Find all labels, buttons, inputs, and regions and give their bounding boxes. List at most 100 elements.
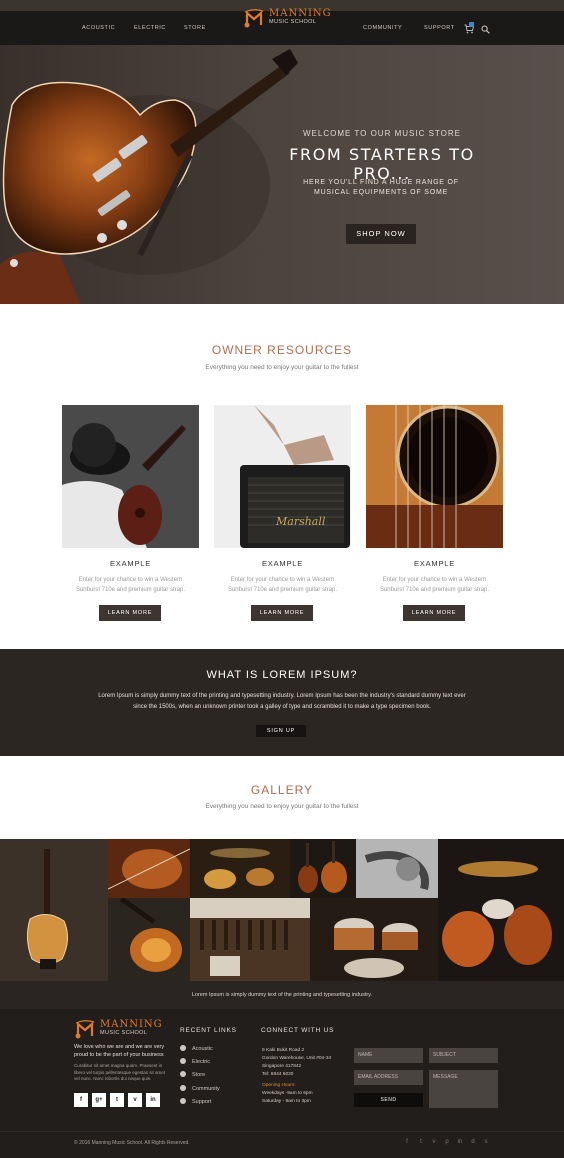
- footer-link-community[interactable]: Community: [180, 1085, 220, 1092]
- footer-small-text: Curabitur sit amet magna quam. Praesent …: [74, 1063, 166, 1081]
- lorem-text-line2: since the 1500s, when an unknown printer…: [133, 703, 431, 710]
- footer-link-store[interactable]: Store: [180, 1071, 206, 1078]
- pinterest-icon[interactable]: p: [444, 1139, 450, 1145]
- google-plus-icon[interactable]: g+: [92, 1093, 106, 1107]
- card-text-line2: Sunburst 710e and premium guitar strap.: [379, 587, 490, 593]
- card-image-acoustic[interactable]: [366, 405, 503, 548]
- hero-description: HERE YOU'LL FIND A HUGE RANGE OF MUSICAL…: [296, 178, 466, 198]
- dribbble-icon[interactable]: d: [470, 1139, 476, 1145]
- vimeo-icon[interactable]: v: [128, 1093, 142, 1107]
- hero-guitar-image: [0, 49, 298, 304]
- shop-now-button[interactable]: SHOP NOW: [346, 224, 416, 244]
- gallery-caption: Lorem Ipsum is simply dummy text of the …: [0, 981, 564, 1009]
- skype-icon[interactable]: s: [483, 1139, 489, 1145]
- card-text-line2: Sunburst 710e and premium guitar strap.: [75, 587, 186, 593]
- linkedin-icon[interactable]: in: [146, 1093, 160, 1107]
- acoustic-guitar-illustration: [366, 405, 503, 548]
- gallery-image-les-paul[interactable]: [0, 839, 108, 981]
- vimeo-icon[interactable]: v: [431, 1139, 437, 1145]
- card-title: EXAMPLE: [109, 559, 152, 568]
- address-line: Gordon Warehouse, Unit #04-34: [262, 1056, 332, 1061]
- card-image-hat-guitarist[interactable]: [62, 405, 199, 548]
- gallery-title: GALLERY: [250, 783, 314, 797]
- stage-drums-illustration: [190, 839, 290, 898]
- gallery-image-stage-drums[interactable]: [190, 839, 290, 898]
- nav-acoustic[interactable]: ACOUSTIC: [82, 25, 115, 31]
- hours-line: Weekdays -9am to 6pm: [262, 1091, 313, 1096]
- address-line: Singapore 417842: [262, 1064, 302, 1069]
- guitar-shop-illustration: [190, 898, 310, 981]
- electric-guitar-illustration: [108, 898, 190, 981]
- music-note-logo-icon: [244, 9, 264, 28]
- gallery-image-drum-kit[interactable]: [438, 839, 564, 981]
- guitars-pair-illustration: [290, 839, 356, 898]
- logo-title: MANNING: [269, 8, 332, 19]
- twitter-icon[interactable]: t: [110, 1093, 124, 1107]
- footer-link-label: Acoustic: [192, 1046, 213, 1052]
- music-note-logo-icon: [75, 1020, 95, 1039]
- marshall-logo-text: Marshall: [275, 515, 326, 528]
- footer-link-label: Store: [192, 1072, 206, 1078]
- card-text-line2: Sunburst 710e and premium guitar strap.: [227, 587, 338, 593]
- card-text-line1: Enter for your chance to win a Western: [78, 577, 183, 583]
- footer-logo[interactable]: MANNING MUSIC SCHOOL: [74, 1018, 162, 1040]
- footer-link-label: Support: [192, 1099, 212, 1105]
- hero-section: ACOUSTIC ELECTRIC STORE COMMUNITY SUPPOR…: [0, 0, 564, 304]
- saxophone-illustration: [356, 839, 438, 898]
- card-title: EXAMPLE: [261, 559, 304, 568]
- email-field[interactable]: EMAIL ADDRESS: [354, 1070, 423, 1085]
- card-text: Enter for your chance to win a Western S…: [366, 575, 503, 595]
- gallery-image-electric-guitar[interactable]: [108, 898, 190, 981]
- gallery-image-saxophone[interactable]: [356, 839, 438, 898]
- footer-logo-title: MANNING: [100, 1019, 163, 1030]
- card-image-amplifier[interactable]: Marshall: [214, 405, 351, 548]
- recent-links-title: RECENT LINKS: [180, 1027, 237, 1034]
- nav-store[interactable]: STORE: [184, 25, 206, 31]
- opening-hours-title: Opening Hours:: [262, 1083, 296, 1088]
- lorem-title: WHAT IS LOREM IPSUM?: [206, 669, 358, 681]
- copyright: © 2016 Manning Music School. All Rights …: [74, 1140, 190, 1146]
- site-logo[interactable]: MANNING MUSIC SCHOOL: [243, 7, 333, 31]
- footer-link-label: Community: [192, 1086, 220, 1092]
- card-text-line1: Enter for your chance to win a Western: [230, 577, 335, 583]
- linkedin-icon[interactable]: in: [457, 1139, 463, 1145]
- gallery-subtitle: Everything you need to enjoy your guitar…: [205, 803, 359, 810]
- chevron-right-icon: [180, 1098, 186, 1104]
- learn-more-button[interactable]: LEARN MORE: [251, 605, 313, 621]
- card-title: EXAMPLE: [413, 559, 456, 568]
- footer-link-electric[interactable]: Electric: [180, 1058, 210, 1065]
- twitter-icon[interactable]: t: [418, 1139, 424, 1145]
- footer: MANNING MUSIC SCHOOL We love who we are …: [0, 1009, 564, 1158]
- facebook-icon[interactable]: f: [74, 1093, 88, 1107]
- gallery-grid: [0, 839, 564, 981]
- card-text: Enter for your chance to win a Western S…: [62, 575, 199, 595]
- footer-link-acoustic[interactable]: Acoustic: [180, 1045, 213, 1052]
- lorem-band: WHAT IS LOREM IPSUM? Lorem Ipsum is simp…: [0, 649, 564, 756]
- chevron-right-icon: [180, 1085, 186, 1091]
- footer-logo-subtitle: MUSIC SCHOOL: [100, 1030, 148, 1036]
- message-field[interactable]: MESSAGE: [429, 1070, 498, 1108]
- learn-more-button[interactable]: LEARN MORE: [403, 605, 465, 621]
- facebook-icon[interactable]: f: [404, 1139, 410, 1145]
- card-text-line1: Enter for your chance to win a Western: [382, 577, 487, 583]
- lorem-text: Lorem Ipsum is simply dummy text of the …: [86, 691, 478, 712]
- search-icon[interactable]: [481, 25, 490, 34]
- address-phone: Tel: 6844 6030: [262, 1072, 294, 1077]
- nav-support[interactable]: SUPPORT: [424, 25, 455, 31]
- footer-link-support[interactable]: Support: [180, 1098, 212, 1105]
- address-line: 9 Kaki Bukit Road 2: [262, 1048, 305, 1053]
- footer-divider: [0, 1131, 564, 1132]
- gallery-image-violin[interactable]: [108, 839, 190, 898]
- subject-field[interactable]: SUBJECT: [429, 1048, 498, 1063]
- name-field[interactable]: NAME: [354, 1048, 423, 1063]
- gallery-image-guitar-shop[interactable]: [190, 898, 310, 981]
- drums-illustration: [310, 898, 438, 981]
- drum-kit-illustration: [438, 839, 564, 981]
- gallery-image-guitars-pair[interactable]: [290, 839, 356, 898]
- sign-up-button[interactable]: SIGN UP: [256, 725, 306, 737]
- gallery-image-drums[interactable]: [310, 898, 438, 981]
- nav-community[interactable]: COMMUNITY: [363, 25, 402, 31]
- send-button[interactable]: SEND: [354, 1093, 423, 1107]
- learn-more-button[interactable]: LEARN MORE: [99, 605, 161, 621]
- nav-electric[interactable]: ELECTRIC: [134, 25, 166, 31]
